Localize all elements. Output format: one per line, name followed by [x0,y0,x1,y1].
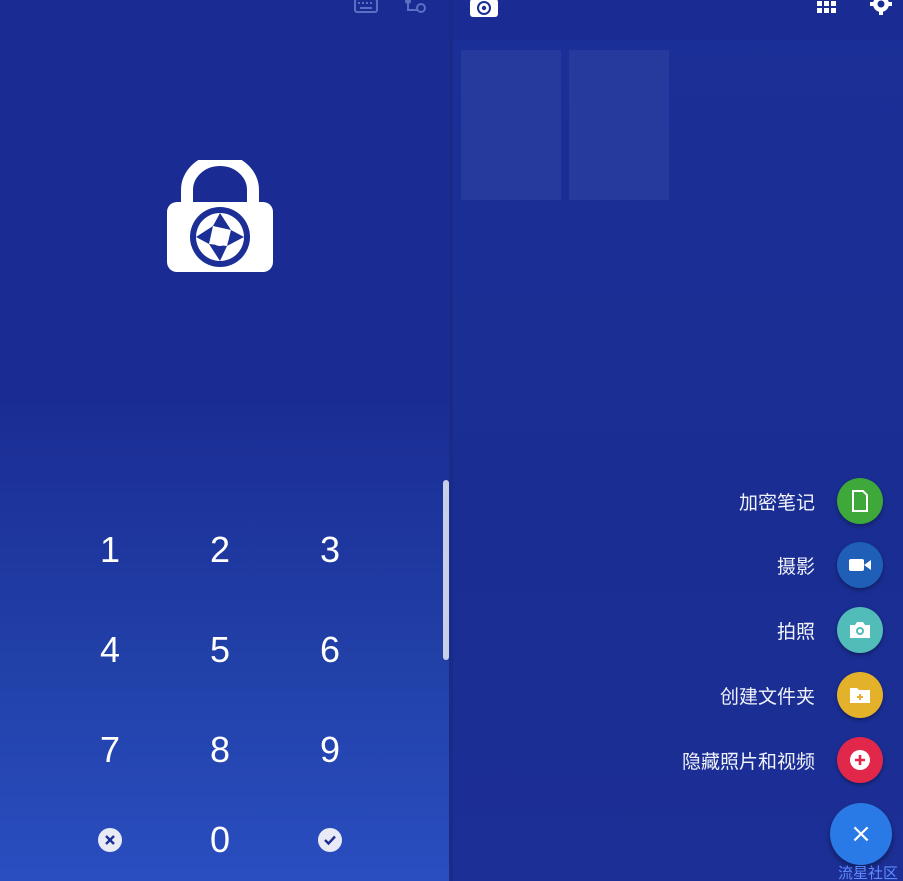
note-icon[interactable] [837,478,883,524]
thumbnail [461,50,561,200]
confirm-key[interactable] [275,790,385,881]
check-icon [318,828,342,852]
key-0-label: 0 [209,819,231,860]
fab-item-video[interactable]: 摄影 [777,541,883,589]
key-3-label: 3 [319,529,341,570]
gear-icon[interactable] [869,0,893,20]
fab-label: 摄影 [776,555,815,578]
thumbnail [569,50,669,200]
key-6-label: 6 [319,629,341,670]
pattern-icon[interactable] [403,0,427,18]
keyboard-icon[interactable] [354,0,378,18]
fab-item-encrypted-note[interactable]: 加密笔记 [739,477,883,525]
plus-icon[interactable] [837,737,883,783]
key-8[interactable]: 8 [165,700,275,800]
watermark: 流星社区 [838,864,899,881]
fab-label: 隐藏照片和视频 [681,750,815,773]
grid-icon[interactable] [817,0,837,19]
key-6[interactable]: 6 [275,600,385,700]
fab-label: 创建文件夹 [719,685,815,708]
key-5[interactable]: 5 [165,600,275,700]
clear-key[interactable] [55,790,165,881]
fab-item-create-folder[interactable]: 创建文件夹 [720,671,883,719]
close-icon: × [850,819,872,849]
key-0[interactable]: 0 [165,790,275,881]
top-bar [453,0,903,40]
camera-icon[interactable] [837,607,883,653]
key-5-label: 5 [209,629,231,670]
key-1-label: 1 [99,529,121,570]
key-3[interactable]: 3 [275,500,385,600]
key-9-label: 9 [319,729,341,770]
pin-lock-screen: 1 2 3 4 5 6 7 8 9 0 [0,0,449,881]
key-8-label: 8 [209,729,231,770]
key-1[interactable]: 1 [55,500,165,600]
key-4[interactable]: 4 [55,600,165,700]
key-2[interactable]: 2 [165,500,275,600]
clear-x-icon [98,828,122,852]
key-7[interactable]: 7 [55,700,165,800]
vault-screen: 加密笔记 摄影 拍照 创建文件夹 隐藏照片和视频 × 流星社区 [453,0,903,881]
key-4-label: 4 [99,629,121,670]
fab-label: 拍照 [776,620,815,643]
fab-close-button[interactable]: × [830,803,892,865]
key-7-label: 7 [99,729,121,770]
video-icon[interactable] [837,542,883,588]
app-logo-icon[interactable] [469,0,499,22]
lock-camera-logo [165,154,275,279]
fab-label: 加密笔记 [738,491,815,514]
key-2-label: 2 [209,529,231,570]
folder-add-icon[interactable] [837,672,883,718]
key-9[interactable]: 9 [275,700,385,800]
pin-keypad: 1 2 3 4 5 6 7 8 9 0 [55,500,385,881]
fab-item-photo[interactable]: 拍照 [777,606,883,654]
fab-item-hide-media[interactable]: 隐藏照片和视频 [682,736,883,784]
